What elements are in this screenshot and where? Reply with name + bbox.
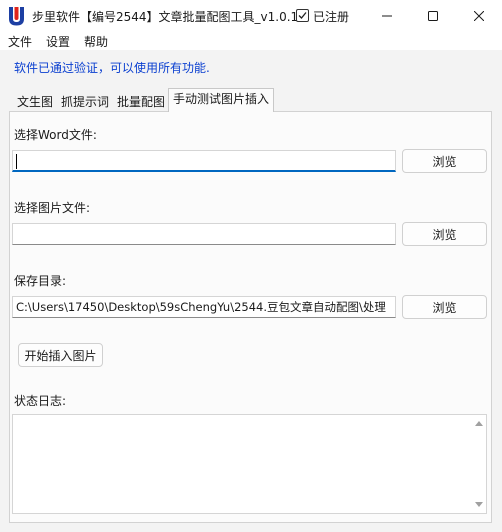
start-insert-button[interactable]: 开始插入图片 — [18, 343, 103, 367]
log-label: 状态日志: — [14, 394, 67, 408]
app-logo-icon — [8, 6, 25, 26]
image-file-label: 选择图片文件: — [14, 201, 91, 215]
save-dir-input[interactable]: C:\Users\17450\Desktop\59sChengYu\2544.豆… — [12, 296, 396, 318]
text-caret — [16, 154, 17, 169]
title-bar[interactable]: 步里软件【编号2544】文章批量配图工具_v1.0.1 - 已注册 — [0, 0, 502, 32]
image-file-input[interactable] — [12, 223, 396, 245]
close-button[interactable] — [456, 0, 502, 32]
word-file-input[interactable] — [12, 150, 396, 172]
registered-status: 已注册 — [313, 10, 350, 24]
menu-settings[interactable]: 设置 — [46, 33, 70, 50]
window-title: 步里软件【编号2544】文章批量配图工具_v1.0.1 - — [32, 10, 307, 24]
close-icon — [474, 11, 484, 21]
menu-help[interactable]: 帮助 — [84, 33, 108, 50]
scroll-down-icon[interactable] — [475, 502, 483, 507]
scroll-up-icon[interactable] — [475, 421, 483, 426]
verification-message: 软件已通过验证，可以使用所有功能. — [14, 61, 210, 75]
tab-grab-prompts[interactable]: 抓提示词 — [58, 92, 112, 112]
menu-file[interactable]: 文件 — [8, 33, 32, 50]
maximize-button[interactable] — [410, 0, 456, 32]
status-log-area[interactable] — [12, 414, 487, 514]
tab-text-to-image[interactable]: 文生图 — [14, 92, 56, 112]
word-file-label: 选择Word文件: — [14, 128, 97, 142]
browse-image-button[interactable]: 浏览 — [402, 222, 487, 246]
tab-manual-insert[interactable]: 手动测试图片插入 — [168, 88, 274, 112]
tab-batch-images[interactable]: 批量配图 — [114, 92, 168, 112]
menu-bar: 文件 设置 帮助 — [0, 32, 502, 50]
browse-word-button[interactable]: 浏览 — [402, 149, 487, 173]
minimize-button[interactable] — [364, 0, 410, 32]
browse-save-dir-button[interactable]: 浏览 — [402, 295, 487, 319]
minimize-icon — [382, 15, 392, 17]
maximize-icon — [428, 11, 438, 21]
log-scrollbar[interactable] — [472, 415, 486, 513]
app-window: 步里软件【编号2544】文章批量配图工具_v1.0.1 - 已注册 文件 设置 … — [0, 0, 502, 532]
save-dir-label: 保存目录: — [14, 274, 67, 288]
registered-check-icon — [296, 9, 309, 22]
